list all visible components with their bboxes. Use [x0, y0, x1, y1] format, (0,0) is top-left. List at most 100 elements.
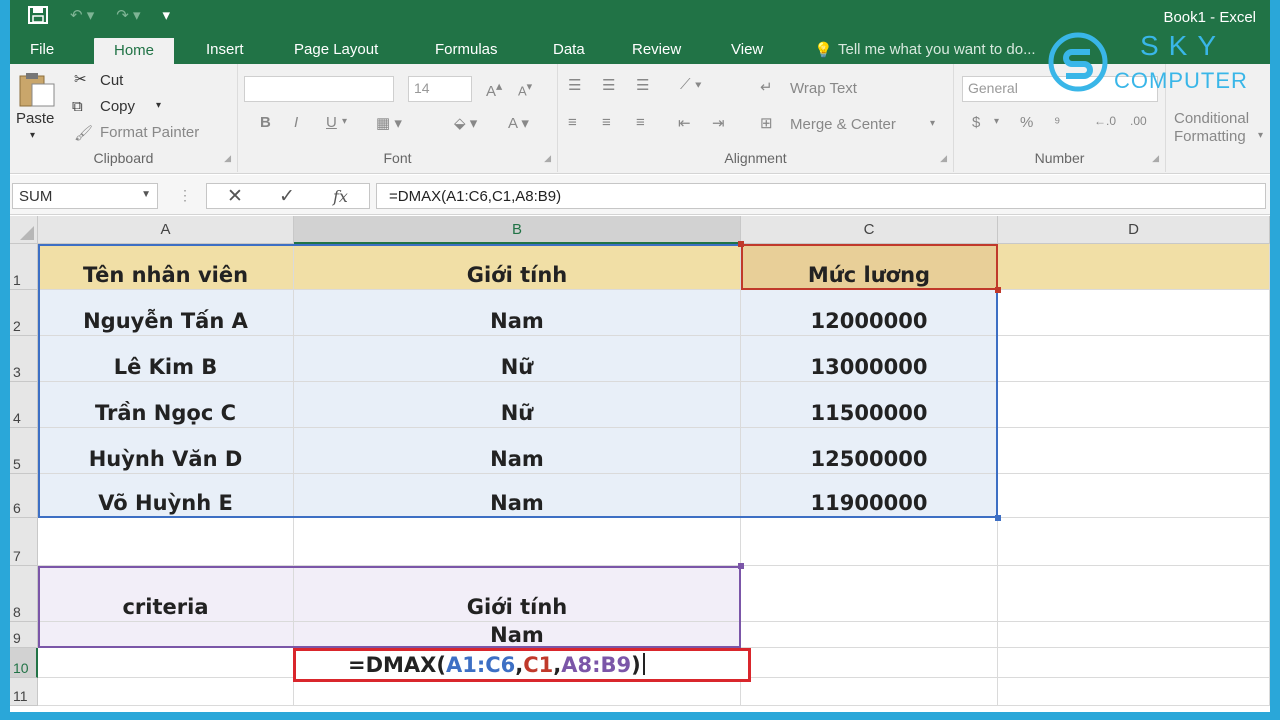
align-right-icon[interactable]: ≡ — [636, 114, 645, 131]
wrap-text-button[interactable]: Wrap Text — [790, 80, 857, 97]
row-header-6[interactable]: 6 — [10, 474, 38, 518]
borders-icon[interactable]: ▦ ▾ — [376, 114, 402, 132]
align-middle-icon[interactable]: ☰ — [602, 76, 615, 94]
row-header-5[interactable]: 5 — [10, 428, 38, 474]
wrap-text-icon[interactable]: ↵ — [760, 78, 773, 96]
table-cell[interactable]: Nam — [294, 290, 741, 336]
table-cell[interactable]: 12000000 — [741, 290, 998, 336]
header-cell-name[interactable]: Tên nhân viên — [38, 244, 294, 290]
table-cell[interactable]: Trần Ngọc C — [38, 382, 294, 428]
empty-cell[interactable] — [741, 648, 998, 678]
empty-cell[interactable] — [294, 678, 741, 706]
align-center-icon[interactable]: ≡ — [602, 114, 611, 131]
empty-cell[interactable] — [998, 678, 1270, 706]
row-header-9[interactable]: 9 — [10, 622, 38, 648]
merge-center-button[interactable]: Merge & Center — [790, 116, 896, 133]
tell-me-search[interactable]: Tell me what you want to do... — [838, 41, 1038, 58]
range-handle-a8-b9[interactable] — [738, 563, 744, 569]
row-header-7[interactable]: 7 — [10, 518, 38, 566]
copy-icon[interactable]: ⧉ — [72, 98, 83, 115]
save-icon[interactable] — [28, 6, 48, 28]
row-header-10[interactable]: 10 — [10, 648, 38, 678]
table-cell[interactable]: Nam — [294, 428, 741, 474]
paste-icon[interactable] — [18, 72, 58, 112]
table-cell[interactable]: 13000000 — [741, 336, 998, 382]
criteria-field-cell[interactable]: Giới tính — [294, 566, 741, 622]
font-name-input[interactable] — [244, 76, 394, 102]
bold-button[interactable]: B — [260, 114, 271, 131]
tab-file[interactable]: File — [30, 41, 54, 58]
insert-function-icon[interactable]: fx — [333, 187, 348, 206]
decrease-font-icon[interactable]: A▾ — [518, 80, 532, 98]
name-box[interactable]: SUM ▼ — [12, 183, 158, 209]
format-painter-button[interactable]: Format Painter — [100, 124, 199, 141]
empty-cell[interactable] — [741, 678, 998, 706]
increase-decimal-icon[interactable]: ←.0 — [1094, 114, 1116, 128]
tab-review[interactable]: Review — [632, 41, 681, 58]
table-cell[interactable]: Nguyễn Tấn A — [38, 290, 294, 336]
tab-data[interactable]: Data — [553, 41, 585, 58]
font-launcher-icon[interactable]: ◢ — [544, 153, 551, 164]
empty-cell[interactable] — [998, 474, 1270, 518]
row-header-3[interactable]: 3 — [10, 336, 38, 382]
cut-icon[interactable]: ✂ — [74, 70, 87, 88]
tab-page-layout[interactable]: Page Layout — [294, 41, 378, 58]
increase-indent-icon[interactable]: ⇥ — [712, 114, 725, 132]
row-header-2[interactable]: 2 — [10, 290, 38, 336]
enter-icon[interactable]: ✓ — [279, 185, 295, 208]
orientation-icon[interactable]: ⟋ ▾ — [680, 76, 702, 93]
header-cell-d1[interactable] — [998, 244, 1270, 290]
italic-button[interactable]: I — [294, 114, 298, 131]
tab-insert[interactable]: Insert — [206, 41, 244, 58]
empty-cell[interactable] — [998, 566, 1270, 622]
row-header-1[interactable]: 1 — [10, 244, 38, 290]
undo-icon[interactable]: ↶ ▾ — [70, 6, 94, 28]
align-bottom-icon[interactable]: ☰ — [636, 76, 649, 94]
empty-cell[interactable] — [741, 622, 998, 648]
criteria-value-cell[interactable]: Nam — [294, 622, 741, 648]
font-size-input[interactable]: 14 — [408, 76, 472, 102]
range-handle-a1-c6[interactable] — [995, 515, 1001, 521]
redo-icon[interactable]: ↷ ▾ — [116, 6, 140, 28]
comma-button[interactable]: ⁹ — [1054, 114, 1060, 131]
table-cell[interactable]: Huỳnh Văn D — [38, 428, 294, 474]
column-header-c[interactable]: C — [741, 216, 998, 244]
underline-button[interactable]: U — [326, 114, 337, 131]
font-color-icon[interactable]: A ▾ — [508, 114, 529, 132]
empty-cell[interactable] — [998, 518, 1270, 566]
decrease-decimal-icon[interactable]: .00 — [1130, 114, 1147, 128]
criteria-label-cell[interactable]: criteria — [38, 566, 294, 622]
row-header-11[interactable]: 11 — [10, 678, 38, 706]
currency-button[interactable]: $ — [972, 114, 980, 131]
paste-button[interactable]: Paste — [16, 110, 54, 127]
empty-cell[interactable] — [998, 622, 1270, 648]
formula-input[interactable]: =DMAX(A1:C6,C1,A8:B9) — [376, 183, 1266, 209]
currency-dropdown-icon[interactable]: ▾ — [994, 116, 999, 127]
empty-cell[interactable] — [38, 518, 294, 566]
paste-dropdown-icon[interactable]: ▾ — [30, 130, 35, 141]
empty-cell[interactable] — [38, 648, 294, 678]
copy-dropdown-icon[interactable]: ▾ — [156, 100, 161, 111]
range-handle-c1-top[interactable] — [738, 241, 744, 247]
empty-cell[interactable] — [741, 518, 998, 566]
header-cell-gender[interactable]: Giới tính — [294, 244, 741, 290]
align-top-icon[interactable]: ☰ — [568, 76, 581, 94]
cancel-icon[interactable]: ✕ — [227, 185, 243, 208]
empty-cell[interactable] — [998, 382, 1270, 428]
table-cell[interactable]: 11900000 — [741, 474, 998, 518]
header-cell-salary[interactable]: Mức lương — [741, 244, 998, 290]
alignment-launcher-icon[interactable]: ◢ — [940, 153, 947, 164]
table-cell[interactable]: 12500000 — [741, 428, 998, 474]
editing-cell-b10[interactable]: =DMAX(A1:C6,C1,A8:B9) — [293, 648, 751, 682]
column-header-a[interactable]: A — [38, 216, 294, 244]
table-cell[interactable]: Nữ — [294, 336, 741, 382]
empty-cell[interactable] — [998, 428, 1270, 474]
table-cell[interactable]: Lê Kim B — [38, 336, 294, 382]
empty-cell[interactable] — [998, 648, 1270, 678]
customize-qat-icon[interactable]: ▾ — [163, 6, 171, 28]
column-header-b[interactable]: B — [294, 216, 741, 244]
cut-button[interactable]: Cut — [100, 72, 123, 89]
empty-cell[interactable] — [38, 678, 294, 706]
range-handle-c1[interactable] — [995, 287, 1001, 293]
conditional-formatting-dropdown-icon[interactable]: ▾ — [1258, 130, 1263, 141]
